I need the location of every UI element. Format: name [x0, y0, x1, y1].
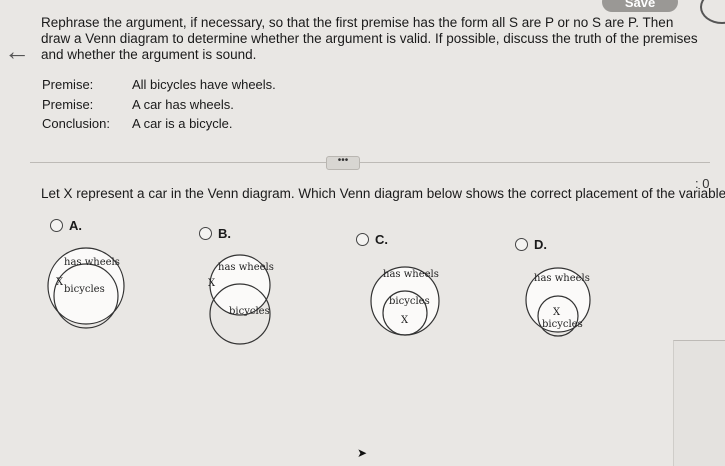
option-d[interactable]: D. [515, 237, 547, 252]
premise-text: All bicycles have wheels. [132, 77, 276, 92]
x-marker: X [553, 307, 561, 318]
expand-dots-button[interactable]: ••• [326, 156, 360, 170]
side-panel [673, 340, 725, 466]
venn-diagram-c: has wheels bicycles X [370, 266, 440, 336]
option-b[interactable]: B. [199, 226, 231, 241]
venn-diagram-d: has wheels X bicycles [525, 267, 591, 337]
venn-diagram-b: has wheels X bicycles [208, 254, 274, 345]
inner-label: bicycles [64, 284, 105, 295]
conclusion-label: Conclusion: [42, 116, 110, 131]
radio-button[interactable] [199, 227, 212, 240]
inner-label: bicycles [389, 296, 430, 307]
inner-label: bicycles [229, 306, 270, 317]
outer-label: has wheels [534, 273, 590, 284]
option-letter: D. [534, 237, 547, 252]
section-divider [30, 162, 710, 163]
option-letter: A. [69, 218, 82, 233]
inner-label: bicycles [542, 319, 583, 330]
x-marker: X [401, 315, 409, 326]
venn-diagram-a: has wheels X bicycles [47, 247, 125, 329]
outer-label: has wheels [218, 262, 274, 273]
problem-instructions: Rephrase the argument, if necessary, so … [41, 15, 698, 62]
outer-label: has wheels [64, 257, 120, 268]
option-a[interactable]: A. [50, 218, 82, 233]
option-letter: C. [375, 232, 388, 247]
premise-label: Premise: [42, 97, 94, 112]
premise-label: Premise: [42, 77, 94, 92]
mouse-cursor-icon: ➤ [357, 446, 368, 460]
radio-button[interactable] [50, 219, 63, 232]
premise-text: A car has wheels. [132, 97, 234, 112]
option-c[interactable]: C. [356, 232, 388, 247]
radio-button[interactable] [356, 233, 369, 246]
x-marker: X [56, 277, 64, 288]
conclusion-text: A car is a bicycle. [132, 116, 233, 131]
save-button[interactable]: Save [602, 0, 678, 12]
x-marker: X [208, 278, 216, 289]
question-text: Let X represent a car in the Venn diagra… [41, 186, 725, 201]
radio-button[interactable] [515, 238, 528, 251]
back-arrow-icon[interactable]: ← [4, 38, 30, 64]
option-letter: B. [218, 226, 231, 241]
outer-label: has wheels [383, 269, 439, 280]
account-icon[interactable] [700, 0, 725, 24]
